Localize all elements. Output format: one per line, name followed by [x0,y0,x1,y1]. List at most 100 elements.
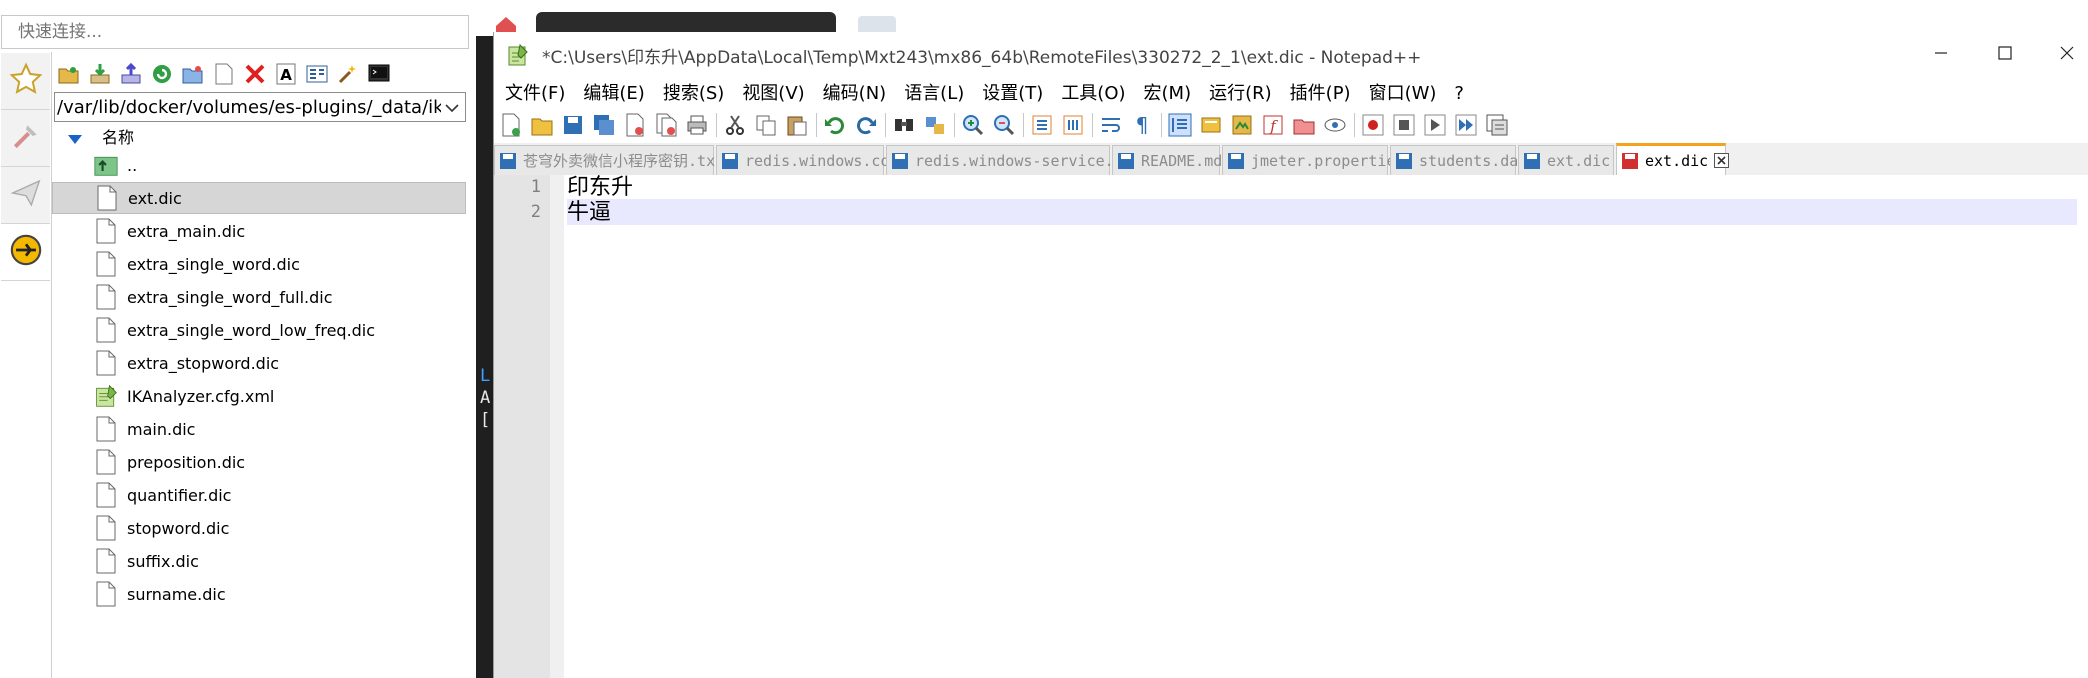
upload-icon[interactable] [118,61,144,87]
find-icon[interactable] [891,112,917,138]
menu-item[interactable]: ? [1445,79,1473,109]
menu-item[interactable]: 搜索(S) [654,79,733,109]
file-row[interactable]: extra_single_word.dic [52,248,466,280]
file-row[interactable]: extra_single_word_full.dic [52,281,466,313]
file-row[interactable]: ext.dic [52,182,466,214]
zoom-in-icon[interactable] [960,112,986,138]
monitoring-icon[interactable] [1322,112,1348,138]
file-row[interactable]: stopword.dic [52,512,466,544]
editor-area[interactable]: 12 印东升 牛逼 [494,175,2088,678]
save-icon[interactable] [560,112,586,138]
file-name: stopword.dic [127,518,230,538]
file-row[interactable]: surname.dic [52,578,466,610]
redo-icon[interactable] [853,112,879,138]
replace-icon[interactable] [922,112,948,138]
document-tab[interactable]: README.md [1112,145,1244,175]
file-row[interactable]: IKAnalyzer.cfg.xml [52,380,466,412]
run-macro-multiple-icon[interactable] [1453,112,1479,138]
menu-item[interactable]: 编辑(E) [574,79,653,109]
document-map-icon[interactable] [1229,112,1255,138]
chevron-down-icon[interactable] [445,97,461,118]
rename-icon[interactable]: A [273,61,299,87]
quick-connect-input[interactable] [1,15,469,49]
file-icon [94,349,118,377]
sync-horizontal-icon[interactable] [1060,112,1086,138]
sftp-tab[interactable] [1,224,50,281]
menu-item[interactable]: 语言(L) [895,79,973,109]
maximize-button[interactable] [1985,40,2025,70]
close-all-icon[interactable] [653,112,679,138]
document-tab[interactable]: redis.windows.conf [716,145,929,175]
copy-icon[interactable] [753,112,779,138]
title-bar[interactable]: *C:\Users\印东升\AppData\Local\Temp\Mxt243\… [494,32,2088,78]
function-list-icon[interactable]: f [1260,112,1286,138]
menu-item[interactable]: 视图(V) [733,79,813,109]
close-tab-icon[interactable] [1714,153,1730,168]
document-tab[interactable]: 苍穹外卖微信小程序密钥.txt [494,145,746,175]
sftp-toolbar: A [52,58,392,90]
close-window-button[interactable] [2047,40,2087,70]
download-icon[interactable] [87,61,113,87]
undo-icon[interactable] [822,112,848,138]
file-row[interactable]: suffix.dic [52,545,466,577]
new-file-icon[interactable] [211,61,237,87]
play-macro-icon[interactable] [1422,112,1448,138]
menu-item[interactable]: 运行(R) [1200,79,1281,109]
remote-path-combobox[interactable]: /var/lib/docker/volumes/es-plugins/_data… [54,92,466,122]
file-row[interactable]: extra_stopword.dic [52,347,466,379]
menu-item[interactable]: 工具(O) [1052,79,1134,109]
stop-record-icon[interactable] [1391,112,1417,138]
close-file-icon[interactable] [622,112,648,138]
file-row[interactable]: quantifier.dic [52,479,466,511]
document-tab[interactable]: students.dat [1390,145,1549,175]
menu-item[interactable]: 编码(N) [814,79,896,109]
minimize-button[interactable] [1921,40,1961,70]
sort-triangle-icon[interactable] [68,130,82,150]
document-tab[interactable]: ext.dic [1518,145,1632,175]
show-all-chars-icon[interactable]: ¶ [1129,112,1155,138]
user-lang-icon[interactable] [1198,112,1224,138]
zoom-out-icon[interactable] [991,112,1017,138]
file-row[interactable]: extra_main.dic [52,215,466,247]
document-tab[interactable]: jmeter.properties [1222,145,1426,175]
menu-item[interactable]: 插件(P) [1281,79,1360,109]
menu-item[interactable]: 宏(M) [1135,79,1201,109]
paste-icon[interactable] [784,112,810,138]
file-row[interactable]: .. [52,149,466,181]
folder-workspace-icon[interactable] [1291,112,1317,138]
menu-item[interactable]: 设置(T) [973,79,1052,109]
open-file-icon[interactable] [529,112,555,138]
file-name: extra_single_word_full.dic [127,287,333,307]
tools-tab[interactable] [1,110,50,167]
sync-vertical-icon[interactable] [1029,112,1055,138]
send-tab[interactable] [1,167,50,224]
document-tab[interactable]: ext.dic [1616,143,1730,175]
file-name: .. [127,155,138,175]
new-file-icon[interactable] [498,112,524,138]
cut-icon[interactable] [722,112,748,138]
sftp-panel: A /var/lib/docker/volumes/es-plugins/_da… [52,52,468,678]
print-icon[interactable] [684,112,710,138]
file-row[interactable]: extra_single_word_low_freq.dic [52,314,466,346]
delete-icon[interactable] [242,61,268,87]
properties-icon[interactable] [304,61,330,87]
menu-item[interactable]: 窗口(W) [1360,79,1446,109]
refresh-icon[interactable] [149,61,175,87]
file-row[interactable]: main.dic [52,413,466,445]
menu-item[interactable]: 文件(F) [496,79,574,109]
word-wrap-icon[interactable] [1098,112,1124,138]
new-folder-icon[interactable] [180,61,206,87]
save-macro-icon[interactable] [1484,112,1510,138]
magic-wand-icon[interactable] [335,61,361,87]
record-macro-icon[interactable] [1360,112,1386,138]
file-name: ext.dic [128,188,182,208]
indent-guide-icon[interactable] [1167,112,1193,138]
open-folder-icon[interactable] [56,61,82,87]
document-tab[interactable]: redis.windows-service.conf [886,145,1171,175]
terminal-icon[interactable] [366,61,392,87]
file-row[interactable]: preposition.dic [52,446,466,478]
save-all-icon[interactable] [591,112,617,138]
save-icon [1227,152,1245,170]
favorites-tab[interactable] [1,53,50,110]
column-name-header[interactable]: 名称 [102,124,134,148]
